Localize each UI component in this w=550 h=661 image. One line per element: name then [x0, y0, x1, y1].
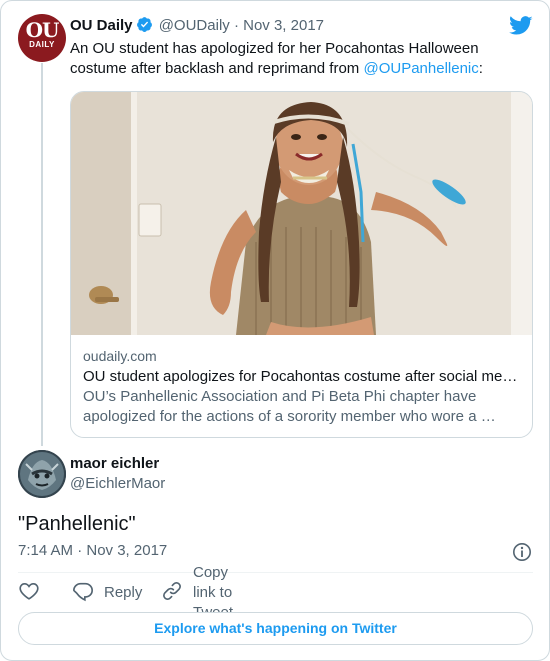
quoted-display-name[interactable]: OU Daily — [70, 17, 133, 34]
mention-link[interactable]: @OUPanhellenic — [363, 60, 478, 77]
quoted-handle[interactable]: @OUDaily — [159, 17, 230, 34]
maor-eichler-avatar[interactable] — [18, 450, 66, 498]
separator-dot: · — [233, 17, 239, 34]
link-title: OU student apologizes for Pocahontas cos… — [83, 368, 518, 385]
explore-twitter-button[interactable]: Explore what's happening on Twitter — [18, 612, 533, 645]
link-preview-card[interactable]: oudaily.com OU student apologizes for Po… — [70, 91, 533, 438]
like-button[interactable] — [18, 581, 40, 605]
quoted-tweet-text: An OU student has apologized for her Poc… — [70, 39, 520, 79]
reply-icon — [72, 580, 94, 607]
link-domain: oudaily.com — [83, 348, 157, 364]
main-handle[interactable]: @EichlerMaor — [70, 474, 165, 494]
link-description: OU’s Panhellenic Association and Pi Beta… — [83, 388, 496, 425]
link-icon — [161, 580, 183, 607]
thread-line — [41, 63, 43, 446]
reply-label: Reply — [104, 584, 143, 601]
twitter-bird-icon[interactable] — [509, 16, 533, 36]
quoted-date[interactable]: Nov 3, 2017 — [243, 17, 324, 34]
main-display-name[interactable]: maor eichler — [70, 454, 159, 474]
avatar-logo-text: OU — [25, 18, 60, 42]
reply-button[interactable]: Reply — [72, 581, 142, 605]
info-icon[interactable] — [512, 542, 532, 562]
copy-link-button[interactable]: Copy link to Tweet — [161, 564, 233, 621]
divider — [18, 572, 533, 573]
main-tweet-text: "Panhellenic" — [18, 513, 136, 535]
quoted-text-tail: : — [478, 60, 483, 77]
article-photo — [71, 92, 532, 335]
heart-icon — [18, 580, 40, 607]
quoted-tweet-header: OU Daily @OUDaily · Nov 3, 2017 — [70, 16, 324, 39]
tweet-embed-card: OU DAILY OU Daily @OUDaily · Nov 3, 2017… — [0, 0, 550, 661]
verified-badge-icon — [136, 16, 153, 39]
tweet-timestamp[interactable]: 7:14 AM · Nov 3, 2017 — [18, 541, 167, 561]
ou-daily-avatar[interactable]: OU DAILY — [18, 14, 66, 62]
